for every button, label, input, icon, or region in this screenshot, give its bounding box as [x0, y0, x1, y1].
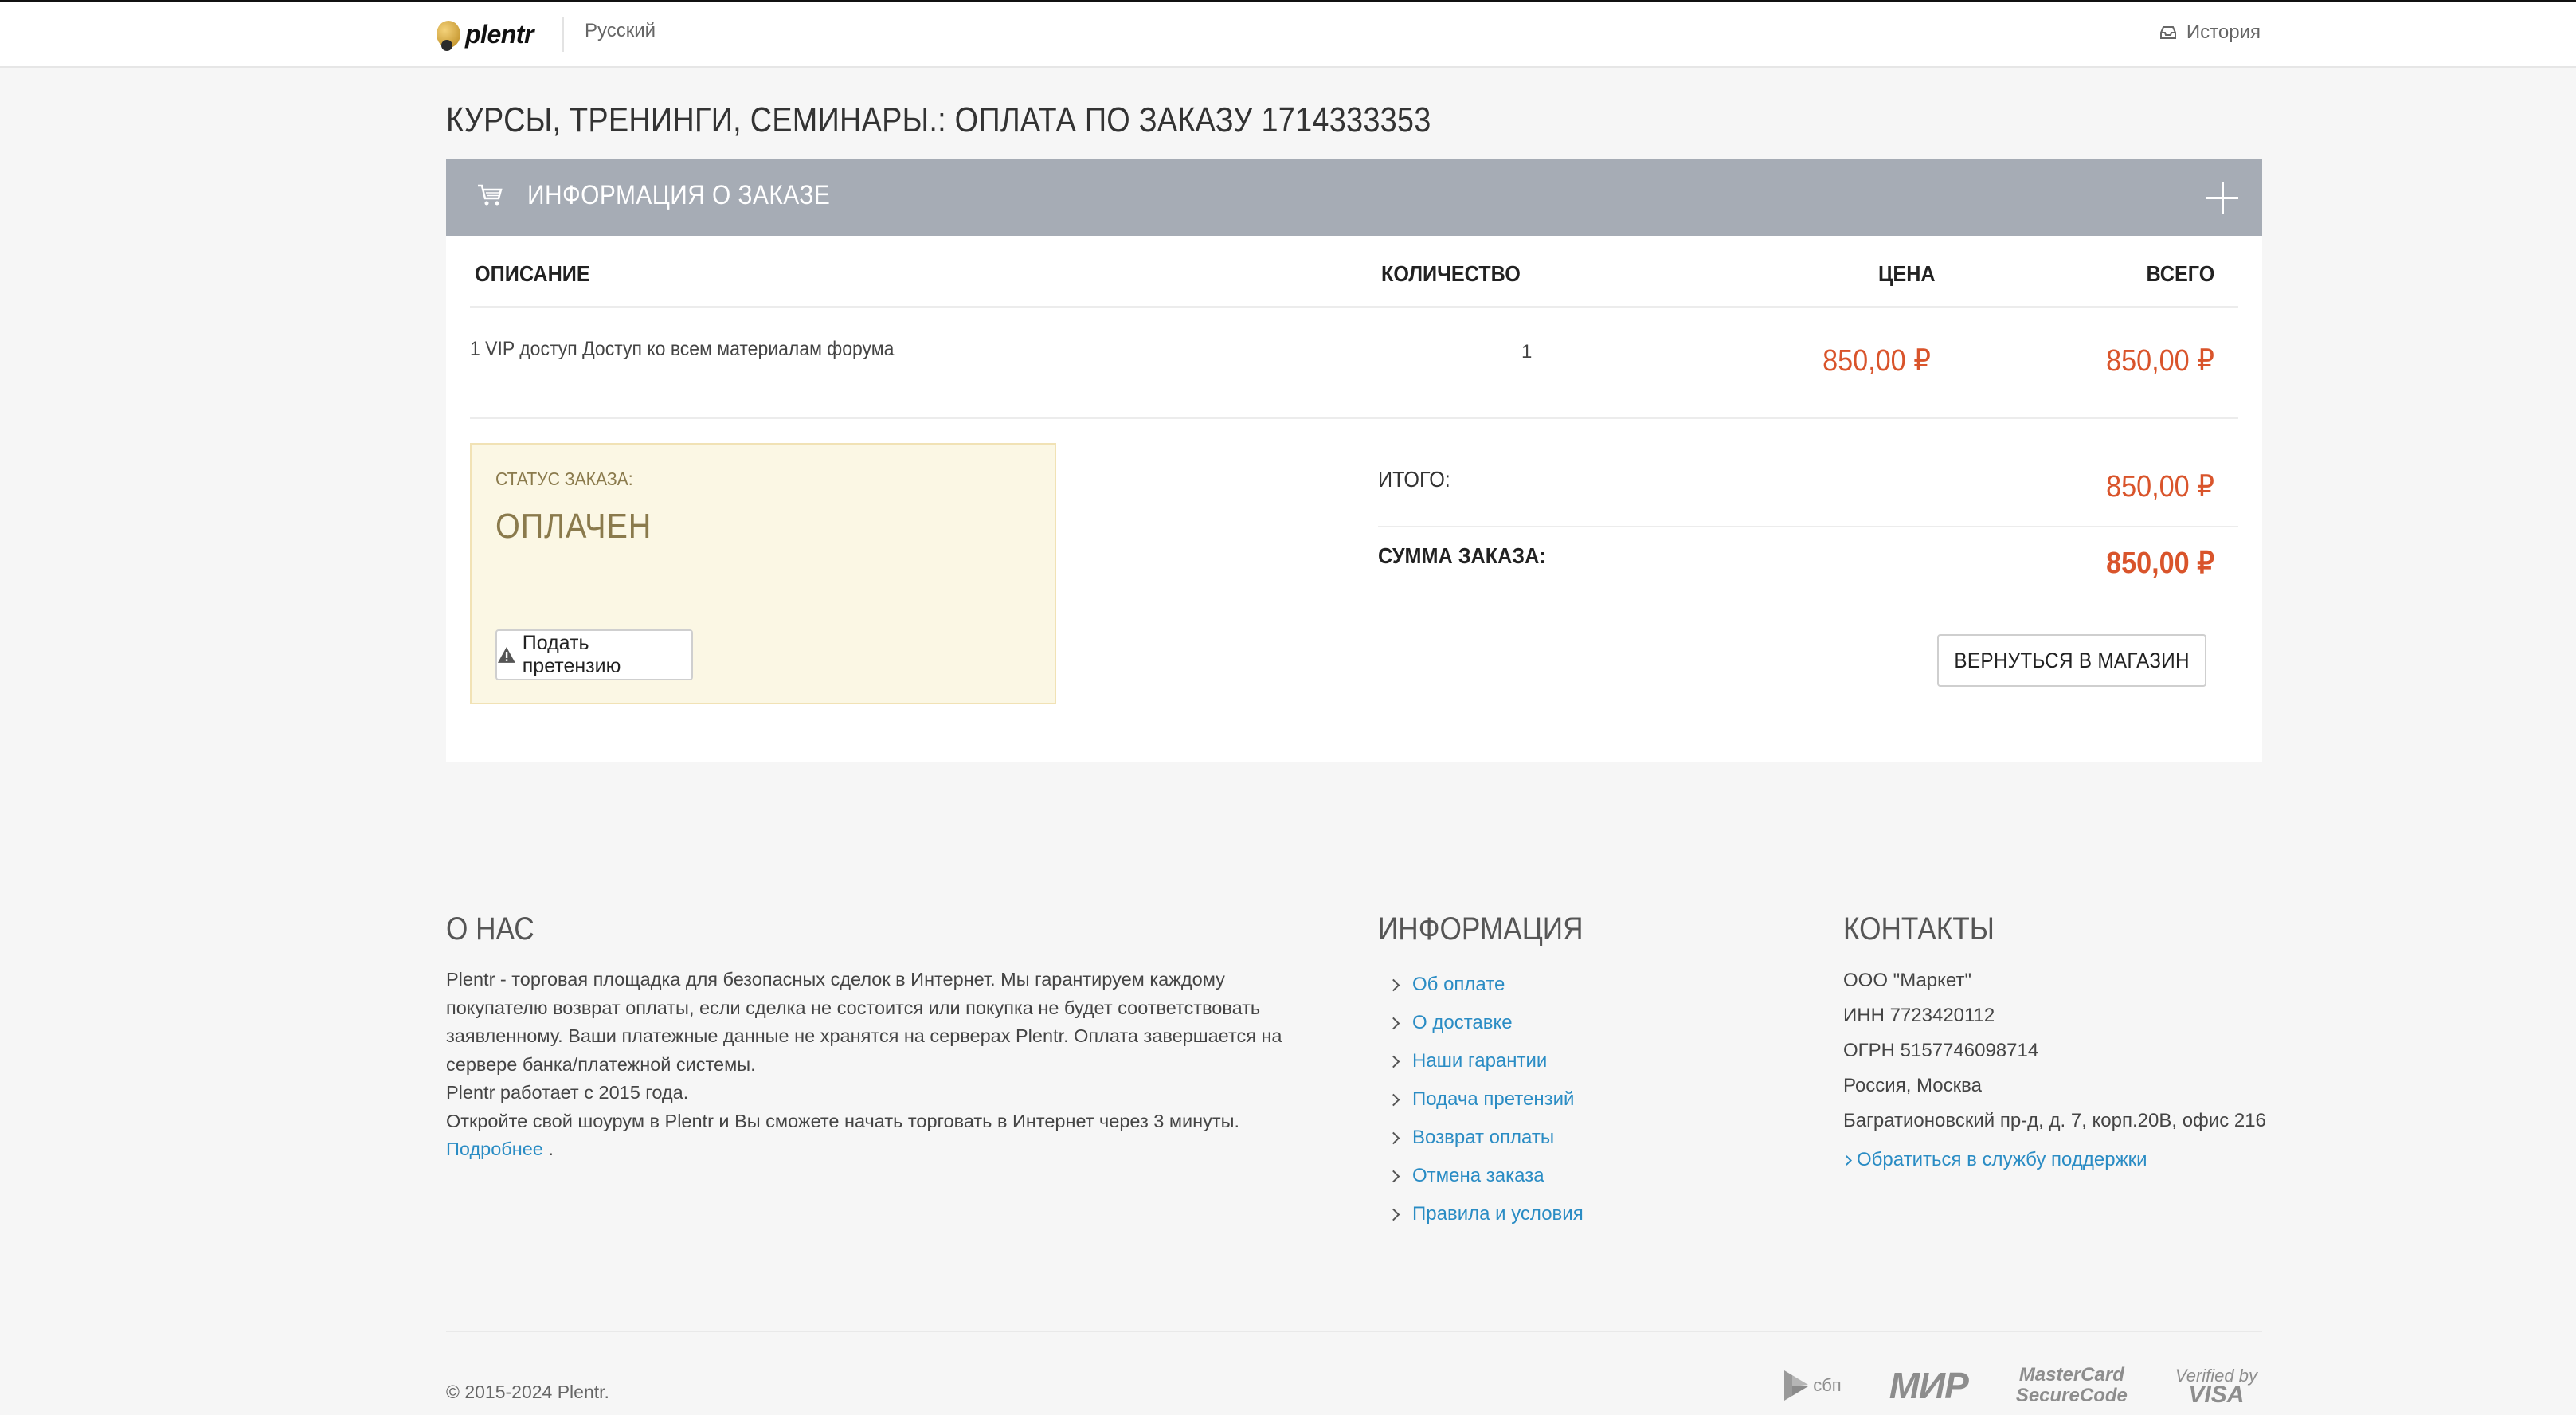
list-item: Наши гарантии	[1386, 1042, 1584, 1080]
sbp-text: сбп	[1813, 1375, 1842, 1395]
chevron-right-icon	[1842, 1154, 1852, 1166]
about-more-line: Подробнее .	[446, 1135, 1298, 1164]
expand-plus-icon[interactable]	[2206, 182, 2238, 214]
support-link-row: Обратиться в службу поддержки	[1842, 1143, 2266, 1178]
mastercard-line1: MasterCard	[2018, 1364, 2124, 1386]
footer-info-title: ИНФОРМАЦИЯ	[1378, 911, 1584, 947]
info-link-cancel[interactable]: Отмена заказа	[1412, 1165, 1544, 1187]
footer-divider	[446, 1331, 2262, 1332]
payment-logos: сбп МИР MasterCard SecureCode Verified b…	[1781, 1364, 2257, 1407]
subtotal-value: 850,00 ₽	[2106, 470, 2214, 504]
chevron-right-icon	[1387, 978, 1400, 991]
cart-icon	[478, 184, 503, 206]
submit-claim-label: Подать претензию	[522, 632, 621, 677]
contact-ogrn: ОГРН 5157746098714	[1843, 1040, 2039, 1061]
column-header-price: ЦЕНА	[1878, 261, 1936, 286]
logo-text: plentr	[465, 19, 534, 49]
order-panel-header[interactable]: ИНФОРМАЦИЯ О ЗАКАЗЕ	[446, 159, 2262, 236]
status-label: СТАТУС ЗАКАЗА:	[495, 468, 633, 489]
order-sum-label: СУММА ЗАКАЗА:	[1378, 543, 1546, 568]
warning-icon	[497, 647, 515, 663]
list-item: О доставке	[1386, 1004, 1584, 1042]
subtotal-label: ИТОГО:	[1378, 467, 1450, 492]
about-paragraph: Откройте свой шоурум в Plentr и Вы сможе…	[446, 1110, 1240, 1131]
submit-claim-button[interactable]: Подать претензию	[495, 629, 693, 680]
about-paragraph: Plentr - торговая площадка для безопасны…	[446, 969, 1282, 1075]
item-price: 850,00 ₽	[1822, 344, 1931, 378]
info-link-refund[interactable]: Возврат оплаты	[1412, 1127, 1554, 1149]
column-header-total: ВСЕГО	[2146, 261, 2214, 286]
return-to-shop-button[interactable]: ВЕРНУТЬСЯ В МАГАЗИН	[1937, 634, 2206, 687]
about-more-suffix: .	[542, 1139, 554, 1159]
item-total: 850,00 ₽	[2106, 344, 2214, 378]
visa-line2: VISA	[2188, 1382, 2245, 1408]
order-panel-title: ИНФОРМАЦИЯ О ЗАКАЗЕ	[527, 180, 831, 210]
about-paragraph: Plentr работает с 2015 года.	[446, 1082, 689, 1103]
summary-divider	[1378, 526, 2238, 527]
info-link-guarantees[interactable]: Наши гарантии	[1412, 1050, 1547, 1072]
order-sum-value: 850,00 ₽	[2106, 547, 2214, 580]
footer-contacts-title: КОНТАКТЫ	[1843, 911, 1995, 947]
contact-address: Багратионовский пр-д, д. 7, корп.20В, оф…	[1843, 1110, 2266, 1131]
list-item: Правила и условия	[1386, 1195, 1584, 1233]
footer-info-links: Об оплате О доставке Наши гарантии Подач…	[1386, 966, 1584, 1233]
info-link-delivery[interactable]: О доставке	[1412, 1012, 1513, 1034]
inbox-icon	[2159, 26, 2176, 39]
page-title: КУРСЫ, ТРЕНИНГИ, СЕМИНАРЫ.: ОПЛАТА ПО ЗА…	[446, 100, 1431, 139]
footer-contacts: ООО "Маркет" ИНН 7723420112 ОГРН 5157746…	[1842, 967, 2266, 1178]
return-to-shop-label: ВЕРНУТЬСЯ В МАГАЗИН	[1954, 648, 2190, 672]
column-header-quantity: КОЛИЧЕСТВО	[1381, 261, 1521, 286]
sbp-icon	[1784, 1370, 1809, 1401]
list-item: Подача претензий	[1386, 1080, 1584, 1119]
footer-about-title: О НАС	[446, 911, 534, 947]
mastercard-securecode-logo: MasterCard SecureCode	[2016, 1365, 2128, 1406]
table-row-divider	[470, 417, 2238, 419]
chevron-right-icon	[1387, 1017, 1400, 1029]
support-link[interactable]: Обратиться в службу поддержки	[1857, 1147, 2147, 1174]
logo-mark-icon	[437, 21, 460, 51]
contact-city: Россия, Москва	[1843, 1075, 1982, 1096]
status-value: ОПЛАЧЕН	[495, 507, 652, 546]
history-link[interactable]: История	[2159, 22, 2261, 44]
order-info-panel: ИНФОРМАЦИЯ О ЗАКАЗЕ ОПИСАНИЕ КОЛИЧЕСТВО …	[446, 159, 2262, 762]
history-label: История	[2186, 22, 2261, 43]
chevron-right-icon	[1387, 1170, 1400, 1182]
contact-inn: ИНН 7723420112	[1843, 1005, 1995, 1026]
header-divider	[562, 17, 564, 52]
order-status-box: СТАТУС ЗАКАЗА: ОПЛАЧЕН Подать претензию	[470, 443, 1056, 704]
info-link-payment[interactable]: Об оплате	[1412, 974, 1505, 996]
chevron-right-icon	[1387, 1093, 1400, 1106]
copyright: © 2015-2024 Plentr.	[446, 1382, 609, 1402]
info-link-claims[interactable]: Подача претензий	[1412, 1088, 1574, 1111]
list-item: Возврат оплаты	[1386, 1119, 1584, 1157]
sbp-logo: сбп	[1781, 1367, 1842, 1404]
top-header: plentr Русский История	[0, 2, 2576, 68]
list-item: Отмена заказа	[1386, 1157, 1584, 1195]
chevron-right-icon	[1387, 1208, 1400, 1221]
info-link-terms[interactable]: Правила и условия	[1412, 1203, 1584, 1225]
item-description: 1 VIP доступ Доступ ко всем материалам ф…	[470, 338, 895, 360]
language-selector[interactable]: Русский	[585, 20, 656, 42]
item-quantity: 1	[1521, 341, 1533, 363]
verified-by-visa-logo: Verified by VISA	[2175, 1366, 2257, 1408]
footer-about-text: Plentr - торговая площадка для безопасны…	[446, 966, 1298, 1164]
table-header-divider	[470, 306, 2238, 308]
chevron-right-icon	[1387, 1055, 1400, 1068]
column-header-description: ОПИСАНИЕ	[475, 261, 590, 286]
mastercard-line2: SecureCode	[2015, 1385, 2128, 1406]
plentr-logo[interactable]: plentr	[437, 18, 534, 51]
about-more-link[interactable]: Подробнее	[446, 1139, 543, 1159]
mir-logo: МИР	[1889, 1365, 1969, 1406]
chevron-right-icon	[1387, 1131, 1400, 1144]
contact-company: ООО "Маркет"	[1843, 970, 1971, 991]
list-item: Об оплате	[1386, 966, 1584, 1004]
